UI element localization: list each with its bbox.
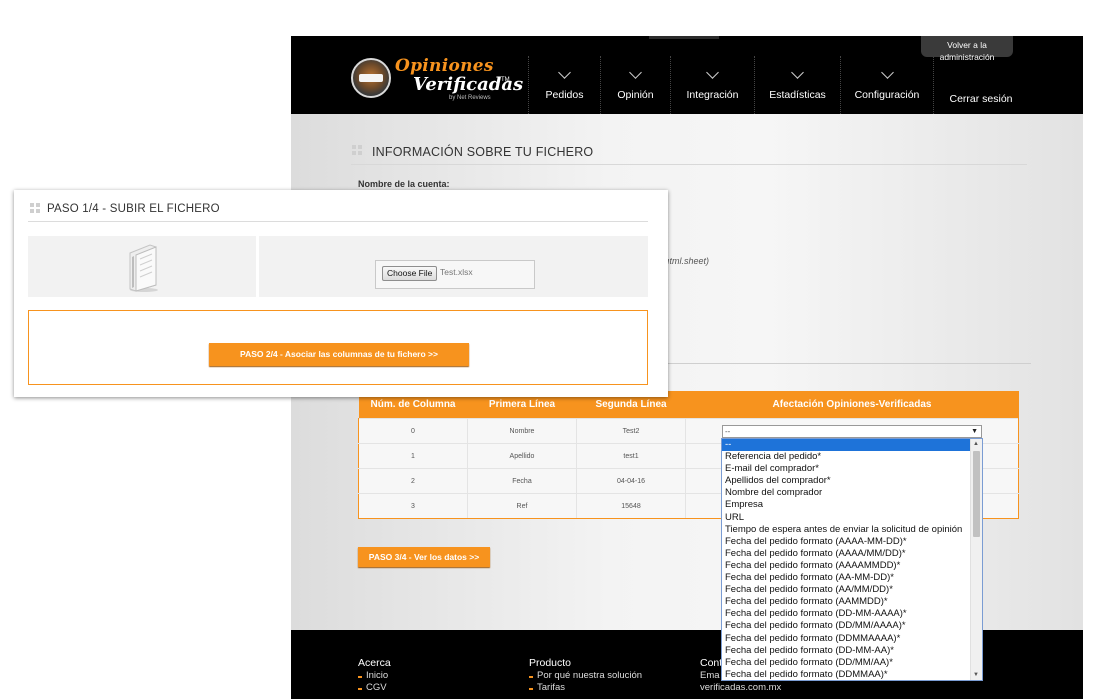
back-to-admin-button-line2[interactable]: administración [921, 52, 1013, 62]
top-navigation-bar: Opiniones Verificadas TM by Net Reviews … [291, 36, 1083, 114]
chevron-down-icon [880, 66, 894, 79]
upload-panel-title: PASO 1/4 - SUBIR EL FICHERO [47, 203, 220, 215]
selected-file-name: Test.xlsx [440, 267, 473, 277]
dropdown-option[interactable]: E-mail del comprador* [722, 463, 970, 475]
cell-second-line: Test2 [576, 418, 686, 444]
dropdown-option[interactable]: Fecha del pedido formato (AA-MM-DD)* [722, 572, 970, 584]
dropdown-option[interactable]: URL [722, 512, 970, 524]
footer-link-why[interactable]: Por qué nuestra solución [529, 670, 642, 682]
step2-container: PASO 2/4 - Asociar las columnas de tu fi… [28, 310, 648, 385]
nav-configuracion[interactable]: Configuración [840, 56, 934, 114]
brand-logo-badge[interactable] [351, 58, 391, 98]
info-section-title: INFORMACIÓN SOBRE TU FICHERO [372, 145, 594, 159]
column-header: Afectación Opiniones-Verificadas [685, 391, 1019, 419]
footer-heading: Producto [529, 657, 572, 669]
file-icon-cell [28, 236, 256, 297]
nav-pedidos-label: Pedidos [545, 89, 584, 101]
nav-integracion-label: Integración [686, 89, 739, 101]
divider [351, 164, 1027, 165]
nav-estadisticas-label: Estadísticas [769, 89, 826, 101]
footer-contact-domain[interactable]: verificadas.com.mx [700, 682, 781, 694]
file-mime-type-text: ıtml.sheet) [667, 256, 710, 266]
chevron-down-icon [791, 66, 804, 79]
chevron-down-icon [558, 66, 571, 79]
nav-integracion[interactable]: Integración [670, 56, 754, 114]
scroll-down-arrow-icon[interactable]: ▼ [973, 672, 979, 678]
upload-file-panel: PASO 1/4 - SUBIR EL FICHERO Choose File … [14, 190, 668, 397]
drag-handle-icon [30, 203, 40, 213]
brand-tagline: by Net Reviews [449, 95, 491, 101]
choose-file-button[interactable]: Choose File [382, 266, 438, 281]
logout-link[interactable]: Cerrar sesión [941, 93, 1021, 105]
assignment-dropdown-list[interactable]: -- Referencia del pedido* E-mail del compr… [721, 438, 983, 681]
footer-link-cgv[interactable]: CGV [358, 682, 391, 694]
dropdown-option[interactable]: Tiempo de espera antes de enviar la soli… [722, 524, 970, 536]
file-input-cell: Choose File Test.xlsx [259, 236, 648, 297]
cell-first-line: Ref [467, 493, 577, 519]
divider [28, 221, 648, 222]
dropdown-option[interactable]: Empresa [722, 499, 970, 511]
drag-handle-icon [352, 145, 362, 155]
nav-pedidos[interactable]: Pedidos [528, 56, 600, 114]
dropdown-option[interactable]: Fecha del pedido formato (DDMMAAAA)* [722, 633, 970, 645]
dropdown-options: -- Referencia del pedido* E-mail del compr… [722, 439, 982, 680]
dropdown-option[interactable]: Fecha del pedido formato (AAAA-MM-DD)* [722, 536, 970, 548]
cell-second-line: test1 [576, 443, 686, 469]
cell-column-number: 3 [358, 493, 468, 519]
dropdown-option[interactable]: Fecha del pedido formato (DD/MM/AAAA)* [722, 620, 970, 632]
assignment-select-value: -- [725, 426, 731, 436]
cell-column-number: 1 [358, 443, 468, 469]
brand-trademark: TM [501, 77, 510, 83]
step2-associate-columns-button[interactable]: PASO 2/4 - Asociar las columnas de tu fi… [209, 343, 469, 366]
dropdown-option[interactable]: Apellidos del comprador* [722, 475, 970, 487]
cell-column-number: 2 [358, 468, 468, 494]
assignment-select[interactable]: -- ▼ [722, 424, 982, 438]
dropdown-option[interactable]: Fecha del pedido formato (AAMMDD)* [722, 596, 970, 608]
cell-first-line: Apellido [467, 443, 577, 469]
footer-column-about: Acerca Inicio CGV [358, 657, 391, 694]
topbar-accent-strip [649, 36, 719, 39]
step3-view-data-button[interactable]: PASO 3/4 - Ver los datos >> [358, 547, 490, 567]
dropdown-option[interactable]: Fecha del pedido formato (DD-MM-AA)* [722, 645, 970, 657]
chevron-down-icon [629, 66, 642, 79]
dropdown-option[interactable]: Fecha del pedido formato (AA/MM/DD)* [722, 584, 970, 596]
cell-first-line: Fecha [467, 468, 577, 494]
dropdown-arrow-icon: ▼ [971, 427, 978, 435]
dropdown-option[interactable]: -- [722, 439, 970, 452]
footer-heading: Acerca [358, 657, 391, 669]
dropdown-option[interactable]: Fecha del pedido formato (AAAA/MM/DD)* [722, 548, 970, 560]
footer-column-product: Producto Por qué nuestra solución Tarifa… [529, 657, 642, 694]
dropdown-option[interactable]: Fecha del pedido formato (DD-MM-AAAA)* [722, 608, 970, 620]
nav-opinion[interactable]: Opinión [600, 56, 670, 114]
footer-link-pricing[interactable]: Tarifas [529, 682, 642, 694]
document-file-icon [129, 244, 158, 292]
cell-second-line: 15648 [576, 493, 686, 519]
dropdown-option[interactable]: Nombre del comprador [722, 487, 970, 499]
chevron-down-icon [706, 66, 719, 79]
dropdown-option[interactable]: Fecha del pedido formato (DD/MM/AA)* [722, 657, 970, 669]
scroll-up-arrow-icon[interactable]: ▲ [973, 441, 979, 447]
nav-opinion-label: Opinión [617, 89, 654, 101]
footer-link-inicio[interactable]: Inicio [358, 670, 391, 682]
dropdown-scrollbar[interactable]: ▲ ▼ [970, 439, 982, 680]
dropdown-option[interactable]: Referencia del pedido* [722, 451, 970, 463]
file-upload-input[interactable]: Choose File Test.xlsx [375, 260, 535, 289]
account-name-label: Nombre de la cuenta: [358, 179, 450, 189]
dropdown-option[interactable]: Fecha del pedido formato (AAAAMMDD)* [722, 560, 970, 572]
cell-first-line: Nombre [467, 418, 577, 444]
cell-second-line: 04-04-16 [576, 468, 686, 494]
nav-estadisticas[interactable]: Estadísticas [754, 56, 840, 114]
dropdown-option[interactable]: Fecha del pedido formato (DDMMAA)* [722, 669, 970, 680]
cell-column-number: 0 [358, 418, 468, 444]
scrollbar-thumb[interactable] [973, 451, 980, 537]
brand-name-line1: Opiniones [395, 56, 494, 76]
nav-configuracion-label: Configuración [854, 89, 920, 101]
